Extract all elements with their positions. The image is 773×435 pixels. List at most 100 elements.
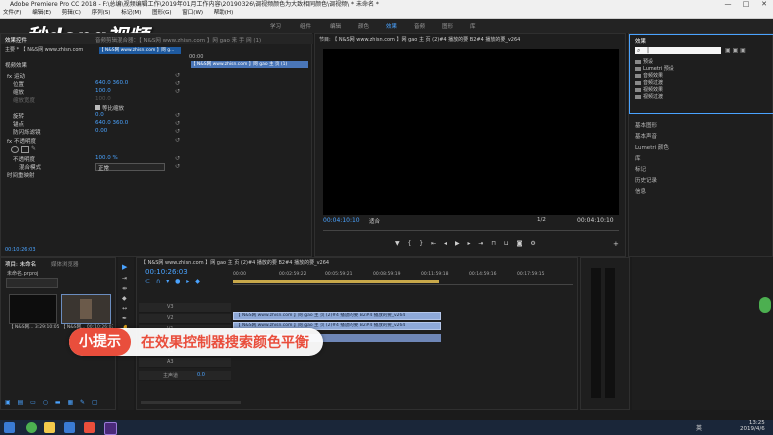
video-clip[interactable]: 【 N&S网 www.zhisn.com 】网 gao 主 页 (2)#4 播放… — [233, 312, 441, 320]
selection-tool-icon[interactable]: ▶ — [122, 263, 127, 271]
anti-flicker-row[interactable]: 防闪烁滤镜 0.00 — [13, 128, 107, 136]
minimize-button[interactable]: — — [719, 0, 737, 9]
reset-icon[interactable]: ↺ — [175, 112, 180, 119]
workspace-assembly[interactable]: 组件 — [300, 22, 311, 30]
marker-icon[interactable]: ▼ — [395, 240, 400, 247]
timeline-tab[interactable]: 【 N&S网 www.zhisn.com 】网 gao 主 页 (2)#4 播放… — [141, 259, 441, 266]
panel-lumetri-color[interactable]: Lumetri 颜色 — [635, 143, 669, 151]
tree-item-presets[interactable]: 预设 — [635, 58, 653, 65]
workspace-libraries[interactable]: 库 — [470, 22, 476, 30]
lift-icon[interactable]: ⊓ — [491, 240, 496, 247]
blend-mode-select[interactable]: 正常 — [95, 163, 165, 172]
premiere-pro-icon[interactable] — [104, 422, 117, 435]
menu-help[interactable]: 帮助(H) — [214, 10, 233, 16]
sequence-thumbnail[interactable] — [61, 294, 111, 324]
quality-select[interactable]: 1/2 — [537, 217, 546, 223]
browser-icon[interactable] — [26, 422, 37, 433]
pen-tool-icon[interactable]: ✒ — [122, 315, 127, 322]
uniform-scale-checkbox[interactable]: 等比缩放 — [95, 104, 124, 112]
timeline-scrollbar[interactable] — [141, 401, 241, 404]
menu-window[interactable]: 窗口(W) — [182, 10, 203, 16]
panel-essential-sound[interactable]: 基本声音 — [635, 132, 657, 140]
windows-start-icon[interactable] — [4, 422, 15, 433]
tree-item-audio-effects[interactable]: 音频效果 — [635, 72, 663, 79]
reset-icon[interactable]: ↺ — [175, 72, 180, 79]
tree-item-video-effects[interactable]: 视频效果 — [635, 86, 663, 93]
file-explorer-icon[interactable] — [44, 422, 55, 433]
workspace-learning[interactable]: 学习 — [270, 22, 281, 30]
panel-essential-graphics[interactable]: 基本图形 — [635, 121, 657, 129]
extract-icon[interactable]: ⊔ — [504, 240, 509, 247]
menu-file[interactable]: 文件(F) — [3, 10, 21, 16]
ellipse-mask-icon[interactable] — [11, 146, 19, 153]
pen-mask-icon[interactable]: ✎ — [31, 145, 36, 152]
rotation-row[interactable]: 旋转 0.0 — [13, 112, 104, 120]
ripple-tool-icon[interactable]: ⇹ — [122, 285, 127, 292]
panel-history[interactable]: 历史记录 — [635, 176, 657, 184]
program-video-frame[interactable] — [323, 49, 619, 215]
track-select-tool-icon[interactable]: ⇥ — [122, 275, 127, 282]
go-to-out-icon[interactable]: ⇥ — [478, 240, 483, 247]
timeline-tools[interactable]: ⊂ ∩ ▾ ● ▸ ◆ — [145, 278, 200, 285]
workspace-graphics[interactable]: 图形 — [442, 22, 453, 30]
tab-media-browser[interactable]: 媒体浏览器 — [51, 260, 79, 268]
out-point-icon[interactable]: } — [419, 240, 423, 247]
clock[interactable]: 13:25 2019/4/6 — [740, 420, 765, 432]
project-footer-tools[interactable]: ▣ ▤ ▭ ○ ▬ ▦ ✎ ▢ — [5, 399, 115, 407]
tree-item-video-transitions[interactable]: 视频过渡 — [635, 93, 663, 100]
settings-icon[interactable]: ⚙ — [530, 240, 535, 247]
motion-row[interactable]: fx 运动 — [7, 72, 25, 80]
workspace-effects[interactable]: 效果 — [386, 22, 397, 30]
timeline-timecode[interactable]: 00:10:26:03 — [145, 268, 188, 276]
step-back-icon[interactable]: ◂ — [444, 240, 447, 247]
workspace-color[interactable]: 颜色 — [358, 22, 369, 30]
menu-edit[interactable]: 编辑(E) — [32, 10, 51, 16]
clip-thumbnail[interactable] — [9, 294, 57, 324]
razor-tool-icon[interactable]: ◆ — [122, 295, 127, 302]
opacity-row[interactable]: 不透明度 100.0 % — [13, 155, 118, 163]
export-frame-icon[interactable]: ◙ — [517, 240, 523, 247]
menu-graphics[interactable]: 图形(G) — [152, 10, 172, 16]
app-icon[interactable] — [84, 422, 95, 433]
menu-marker[interactable]: 标记(M) — [121, 10, 141, 16]
anchor-row[interactable]: 锚点 640.0 360.0 — [13, 120, 128, 128]
effects-search-input[interactable]: | — [635, 47, 721, 54]
mini-clip[interactable]: 【 N&S网 www.zhisn.com 】网 gao 主 页 (1) — [191, 61, 308, 68]
time-remap-row[interactable]: 时间重映射 — [7, 171, 35, 179]
blend-mode-row[interactable]: 混合模式 正常 — [19, 163, 165, 172]
reset-icon[interactable]: ↺ — [175, 88, 180, 95]
panel-info[interactable]: 信息 — [635, 187, 646, 195]
close-button[interactable]: ✕ — [755, 0, 773, 9]
panel-markers[interactable]: 标记 — [635, 165, 646, 173]
opacity-section-row[interactable]: fx 不透明度 — [7, 137, 36, 145]
fit-select[interactable]: 适合 — [369, 217, 380, 225]
position-row[interactable]: 位置 640.0 360.0 — [13, 80, 128, 88]
tree-item-audio-transitions[interactable]: 音频过渡 — [635, 79, 663, 86]
workspace-audio[interactable]: 音频 — [414, 22, 425, 30]
program-scrubber[interactable] — [323, 230, 619, 235]
panel-libraries[interactable]: 库 — [635, 154, 641, 162]
side-float-icon[interactable] — [759, 297, 771, 313]
project-search-input[interactable] — [6, 278, 58, 288]
play-icon[interactable]: ▶ — [455, 240, 460, 247]
program-title[interactable]: 节目: 【 N&S网 www.zhisn.com 】网 gao 主 页 (2)#… — [319, 36, 619, 43]
maximize-button[interactable]: □ — [737, 0, 755, 9]
effects-filter-icons[interactable]: ▣ ▣ ▣ — [725, 47, 761, 54]
tree-item-lumetri-presets[interactable]: Lumetri 预设 — [635, 65, 674, 72]
ime-indicator[interactable]: 英 — [696, 423, 702, 432]
scale-width-row[interactable]: 缩放宽度 100.0 — [13, 96, 111, 104]
add-button-icon[interactable]: + — [613, 240, 619, 248]
tab-project[interactable]: 项目: 未命名 — [5, 260, 36, 268]
step-forward-icon[interactable]: ▸ — [467, 240, 470, 247]
program-timecode[interactable]: 00:04:10:10 — [323, 217, 360, 224]
scale-row[interactable]: 缩放 100.0 — [13, 88, 111, 96]
go-to-in-icon[interactable]: ⇤ — [431, 240, 436, 247]
reset-icon[interactable]: ↺ — [175, 120, 180, 127]
tab-effect-controls[interactable]: 效果控件 — [5, 36, 27, 44]
reset-icon[interactable]: ↺ — [175, 128, 180, 135]
track-v2[interactable]: V2 — [139, 314, 231, 324]
reset-icon[interactable]: ↺ — [175, 163, 180, 170]
reset-icon[interactable]: ↺ — [175, 155, 180, 162]
app-icon[interactable] — [64, 422, 75, 433]
reset-icon[interactable]: ↺ — [175, 137, 180, 144]
